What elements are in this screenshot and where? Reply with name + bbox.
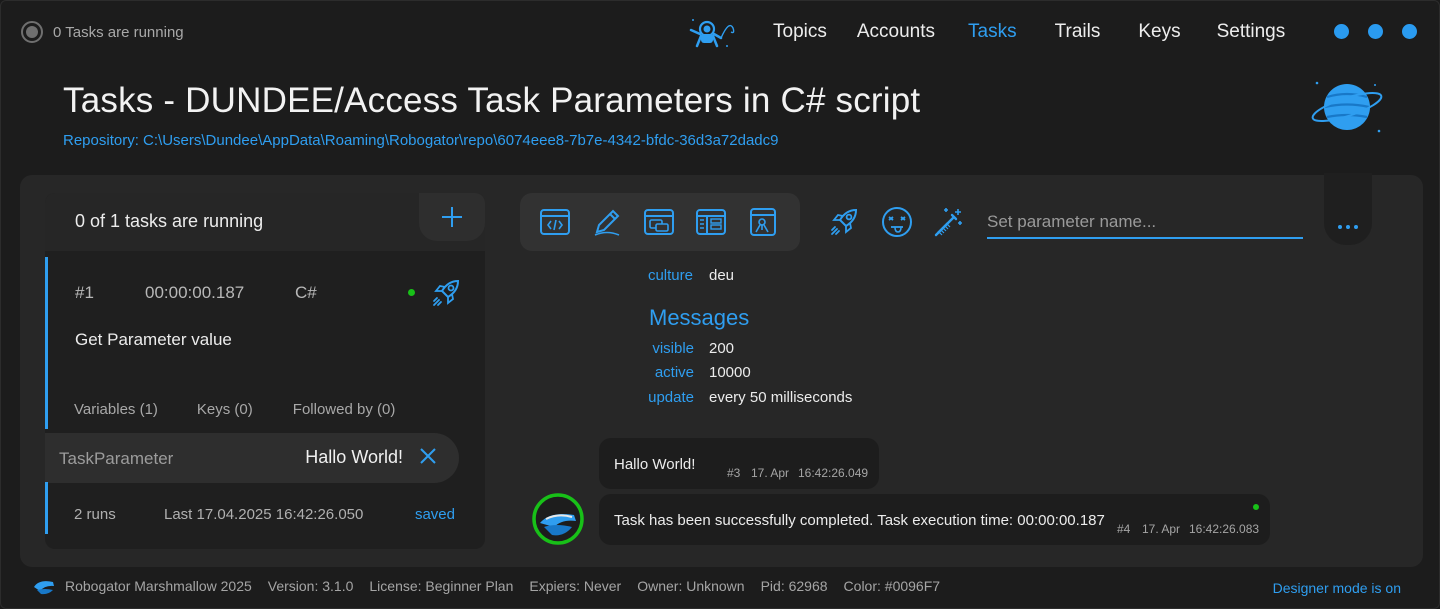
- close-button[interactable]: [1402, 24, 1417, 39]
- message-text: Task has been successfully completed. Ta…: [614, 512, 1105, 529]
- page-title: Tasks - DUNDEE/Access Task Parameters in…: [63, 81, 921, 120]
- message-bubble[interactable]: Task has been successfully completed. Ta…: [599, 494, 1270, 545]
- window-controls: [1334, 24, 1417, 39]
- visible-value: 200: [709, 340, 735, 357]
- windows-icon: [644, 209, 674, 235]
- parameter-name: TaskParameter: [59, 449, 174, 468]
- maximize-button[interactable]: [1368, 24, 1383, 39]
- message-date: 17. Apr: [1142, 522, 1181, 536]
- status-icon: [21, 21, 43, 43]
- parameter-value[interactable]: Hallo World!: [305, 447, 403, 468]
- running-status[interactable]: 0 Tasks are running: [21, 21, 184, 43]
- message-id: #3: [727, 466, 741, 480]
- message-id: #4: [1117, 522, 1131, 536]
- magic-wand-icon[interactable]: [932, 205, 966, 239]
- minimize-button[interactable]: [1334, 24, 1349, 39]
- task-summary: 0 of 1 tasks are running: [75, 211, 264, 231]
- footer-product: Robogator Marshmallow 2025: [65, 578, 252, 594]
- top-bar: 0 Tasks are running Topics Accounts Task…: [1, 1, 1439, 63]
- footer-owner: Owner: Unknown: [637, 578, 745, 594]
- repository-link[interactable]: Repository: C:\Users\Dundee\AppData\Roam…: [63, 132, 778, 149]
- update-value: every 50 milliseconds: [709, 389, 853, 406]
- windows-button[interactable]: [642, 205, 676, 239]
- task-list-header: 0 of 1 tasks are running: [45, 193, 485, 251]
- footer-version: Version: 3.1.0: [267, 578, 354, 594]
- more-options-button[interactable]: [1324, 173, 1372, 245]
- message-time: 16:42:26.083: [1189, 522, 1260, 536]
- running-status-text: 0 Tasks are running: [53, 23, 184, 41]
- add-task-button[interactable]: [419, 193, 485, 241]
- nav-trails[interactable]: Trails: [1055, 21, 1101, 43]
- code-window-icon: [540, 209, 570, 235]
- active-value: 10000: [709, 364, 751, 381]
- parameter-row: TaskParameter Hallo World!: [45, 433, 459, 483]
- task-item[interactable]: #1 00:00:00.187 C# Get Parameter value V…: [45, 257, 485, 429]
- status-footer: Robogator Marshmallow 2025 Version: 3.1.…: [1, 567, 1439, 608]
- nav-settings[interactable]: Settings: [1217, 21, 1286, 43]
- task-tabs: Variables (1) Keys (0) Followed by (0): [74, 401, 395, 418]
- last-run: Last 17.04.2025 16:42:26.050: [164, 506, 364, 523]
- footer-expires: Expiers: Never: [529, 578, 622, 594]
- task-list-card: 0 of 1 tasks are running #1 00:00:00.187…: [45, 193, 485, 549]
- message-bubble[interactable]: Hallo World! #3 17. Apr 16:42:26.049: [599, 438, 879, 489]
- rocket-icon[interactable]: [428, 275, 464, 311]
- script-file-button[interactable]: [746, 205, 780, 239]
- footer-info: Robogator Marshmallow 2025 Version: 3.1.…: [65, 578, 940, 594]
- runs-count: 2 runs: [74, 506, 116, 523]
- messages-title: Messages: [649, 305, 750, 330]
- tab-variables[interactable]: Variables (1): [74, 401, 158, 418]
- edit-button[interactable]: [590, 205, 624, 239]
- planet-icon: [1311, 81, 1383, 133]
- task-id: #1: [75, 283, 94, 302]
- saved-status: saved: [414, 506, 455, 523]
- plus-icon: [442, 207, 462, 227]
- nav-keys[interactable]: Keys: [1138, 21, 1180, 43]
- layout-button[interactable]: [694, 205, 728, 239]
- message-time: 16:42:26.049: [798, 466, 869, 480]
- pencil-icon: [594, 209, 620, 236]
- action-icons: [828, 205, 966, 239]
- designer-mode-link[interactable]: Designer mode is on: [1273, 580, 1401, 596]
- task-language: C#: [295, 283, 317, 302]
- more-dots-icon: [1338, 225, 1342, 229]
- astronaut-logo-icon: [689, 19, 735, 48]
- footer-license: License: Beginner Plan: [369, 578, 514, 594]
- parameter-name-input[interactable]: [987, 207, 1303, 239]
- message-status-dot: [1253, 504, 1259, 510]
- editor-toolbar: [520, 193, 800, 251]
- visible-key: visible: [652, 340, 694, 357]
- script-file-icon: [750, 208, 776, 236]
- culture-value: deu: [709, 267, 735, 284]
- nav-accounts[interactable]: Accounts: [857, 21, 935, 43]
- footer-pid: Pid: 62968: [760, 578, 828, 594]
- message-text: Hallo World!: [614, 456, 696, 473]
- active-key: active: [654, 364, 694, 381]
- culture-key: culture: [647, 267, 693, 284]
- dizzy-face-icon[interactable]: [880, 205, 914, 239]
- code-window-button[interactable]: [538, 205, 572, 239]
- task-status-dot: [408, 289, 415, 296]
- update-key: update: [648, 389, 694, 406]
- task-duration: 00:00:00.187: [145, 283, 245, 302]
- runs-row: 2 runs Last 17.04.2025 16:42:26.050 save…: [45, 482, 485, 534]
- tab-followed-by[interactable]: Followed by (0): [293, 401, 396, 418]
- tab-keys[interactable]: Keys (0): [197, 401, 253, 418]
- nav-topics[interactable]: Topics: [773, 21, 827, 43]
- message-date: 17. Apr: [751, 466, 790, 480]
- close-icon[interactable]: [419, 447, 437, 465]
- main-nav: Topics Accounts Tasks Trails Keys Settin…: [773, 21, 1285, 43]
- rocket-icon[interactable]: [828, 205, 862, 239]
- nav-tasks[interactable]: Tasks: [968, 21, 1017, 43]
- robogator-logo-icon: [34, 581, 54, 595]
- robogator-avatar: [532, 493, 584, 545]
- app-window: 0 Tasks are running Topics Accounts Task…: [0, 0, 1440, 609]
- task-name: Get Parameter value: [75, 330, 232, 349]
- layout-icon: [696, 209, 726, 235]
- footer-color: Color: #0096F7: [843, 578, 941, 594]
- main-panel: 0 of 1 tasks are running #1 00:00:00.187…: [20, 173, 1423, 567]
